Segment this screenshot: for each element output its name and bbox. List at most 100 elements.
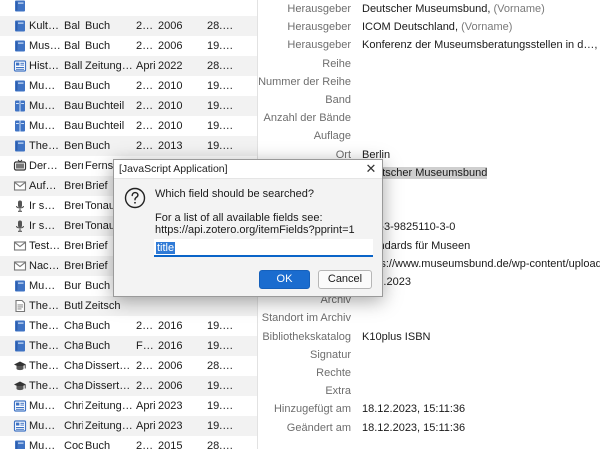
thesis-icon [13,379,27,393]
item-row[interactable]: The… Cha Dissert… 2… 2006 19.… [0,376,257,396]
item-title: Kult… [29,20,59,32]
item-type: Zeitsch [85,300,121,312]
field-value[interactable]: Standards für Museen [362,240,600,252]
item-date: 2… [136,440,154,449]
item-row[interactable]: The… Cha Buch F… 2016 19.… [0,336,257,356]
item-row[interactable]: Mu… Bau Buchteil 2… 2010 19.… [0,116,257,136]
dialog-question: Which field should be searched? [155,188,314,200]
item-modified: 19.… [207,40,234,52]
book-icon [13,279,27,293]
item-date: F… [136,340,154,352]
item-date: Apri [136,400,156,412]
item-modified: 19.… [207,320,234,332]
item-year: 2006 [158,360,183,372]
item-creator: Cha [64,340,83,352]
field-row: Band [259,92,600,110]
newspaper-icon [13,59,27,73]
field-value[interactable]: 18.12.2023, 15:11:36 [362,403,600,415]
item-title: Mu… [29,420,56,432]
item-modified: 19.… [207,120,234,132]
item-creator: Coc [64,440,83,449]
item-year: 2006 [158,380,183,392]
item-creator: Cha [64,380,83,392]
item-title: Der… [29,160,58,172]
field-name-input[interactable] [154,239,373,257]
item-row[interactable]: Mu… Bau Buch 2… 2010 19.… [0,76,257,96]
thesis-icon [13,359,27,373]
field-row: Herausgeber Deutscher Museumsbund, (Vorna… [259,1,600,19]
letter-icon [13,259,27,273]
field-value[interactable]: ICOM Deutschland, (Vorname) [362,21,600,33]
field-value[interactable]: Deutscher Museumsbund [362,166,600,179]
book-icon [13,0,27,13]
item-date: 2… [136,20,154,32]
item-modified: 28.… [207,360,234,372]
item-row[interactable]: Mu… Chri Zeitung… Apri 2023 19.… [0,416,257,436]
item-row[interactable]: The… Ben Buch 2… 2013 19.… [0,136,257,156]
field-value[interactable]: 18.12.2023, 15:11:36 [362,422,600,434]
item-creator: Brer [64,260,83,272]
item-date: 2… [136,80,154,92]
item-date: Apri [136,60,156,72]
item-creator: Cha [64,360,83,372]
item-row[interactable]: Mu… Chri Zeitung… Apri 2023 19.… [0,396,257,416]
creator-name-mode[interactable]: (Vorname) [493,3,544,15]
item-type: Buch [85,340,111,352]
item-modified: 28.… [207,60,234,72]
item-row[interactable] [0,0,257,16]
item-creator: Cha [64,320,83,332]
item-year: 2010 [158,100,183,112]
item-row[interactable]: Kult… Bal Buch 2… 2006 28.… [0,16,257,36]
item-type: Buch [85,320,111,332]
item-modified: 19.… [207,80,234,92]
field-value[interactable]: Deutscher Museumsbund, (Vorname) [362,3,600,15]
item-row[interactable]: Hist… Ball Zeitung… Apri 2022 28.… [0,56,257,76]
item-modified: 28.… [207,440,234,449]
item-row[interactable]: The… Cha Dissert… 2… 2006 28.… [0,356,257,376]
field-value[interactable]: 978-3-9825110-3-0 [362,221,600,233]
ok-button[interactable]: OK [259,270,310,289]
item-row[interactable]: Mus… Bal Buch 2… 2006 19.… [0,36,257,56]
field-value[interactable]: https://www.museumsbund.de/wp-content/up… [362,258,600,270]
item-type: Buchteil [85,100,125,112]
field-value[interactable]: Konferenz der Museumsberatungsstellen in… [362,39,600,51]
field-label: Standort im Archiv [261,312,351,325]
cancel-button[interactable]: Cancel [318,270,372,289]
item-row[interactable]: The… Butl Zeitsch [0,296,257,316]
item-title: The… [29,360,59,372]
item-creator: Ben [64,140,83,152]
field-value[interactable]: Berlin [362,149,600,161]
field-row: Signatur [259,347,600,365]
item-year: 2006 [158,40,183,52]
field-value[interactable]: K10plus ISBN [362,331,600,343]
item-modified: 19.… [207,380,234,392]
item-modified: 19.… [207,340,234,352]
item-creator: Brer [64,180,83,192]
microphone-icon [13,199,27,213]
item-creator: Brer [64,200,83,212]
field-value[interactable]: 5.12.2023 [362,276,600,288]
field-value-text: Konferenz der Museumsberatungsstellen in… [362,39,595,52]
item-row[interactable]: Mu… Bau Buchteil 2… 2010 19.… [0,96,257,116]
item-type: Buch [85,40,111,52]
item-creator: Bau [64,80,83,92]
item-year: 2016 [158,320,183,332]
prompt-dialog: [JavaScript Application] ✕ Which field s… [113,159,383,297]
close-icon[interactable]: ✕ [365,162,377,176]
field-row: Geändert am 18.12.2023, 15:11:36 [259,420,600,438]
creator-name-mode[interactable]: (Vorname) [461,21,512,33]
newspaper-icon [13,399,27,413]
item-year: 2010 [158,80,183,92]
field-label: Extra [325,385,351,398]
item-row[interactable]: The… Cha Buch 2… 2016 19.… [0,316,257,336]
item-title: The… [29,340,59,352]
item-creator: Butl [64,300,83,312]
field-label: Reihe [322,57,351,70]
document-icon [13,299,27,313]
item-type: Dissert… [85,360,131,372]
item-modified: 28.… [207,20,234,32]
field-row: Reihe [259,56,600,74]
item-row[interactable]: Mu… Coc Buch 2… 2015 28.… [0,436,257,449]
item-creator: Bal [64,20,80,32]
item-type: Zeitung… [85,420,133,432]
